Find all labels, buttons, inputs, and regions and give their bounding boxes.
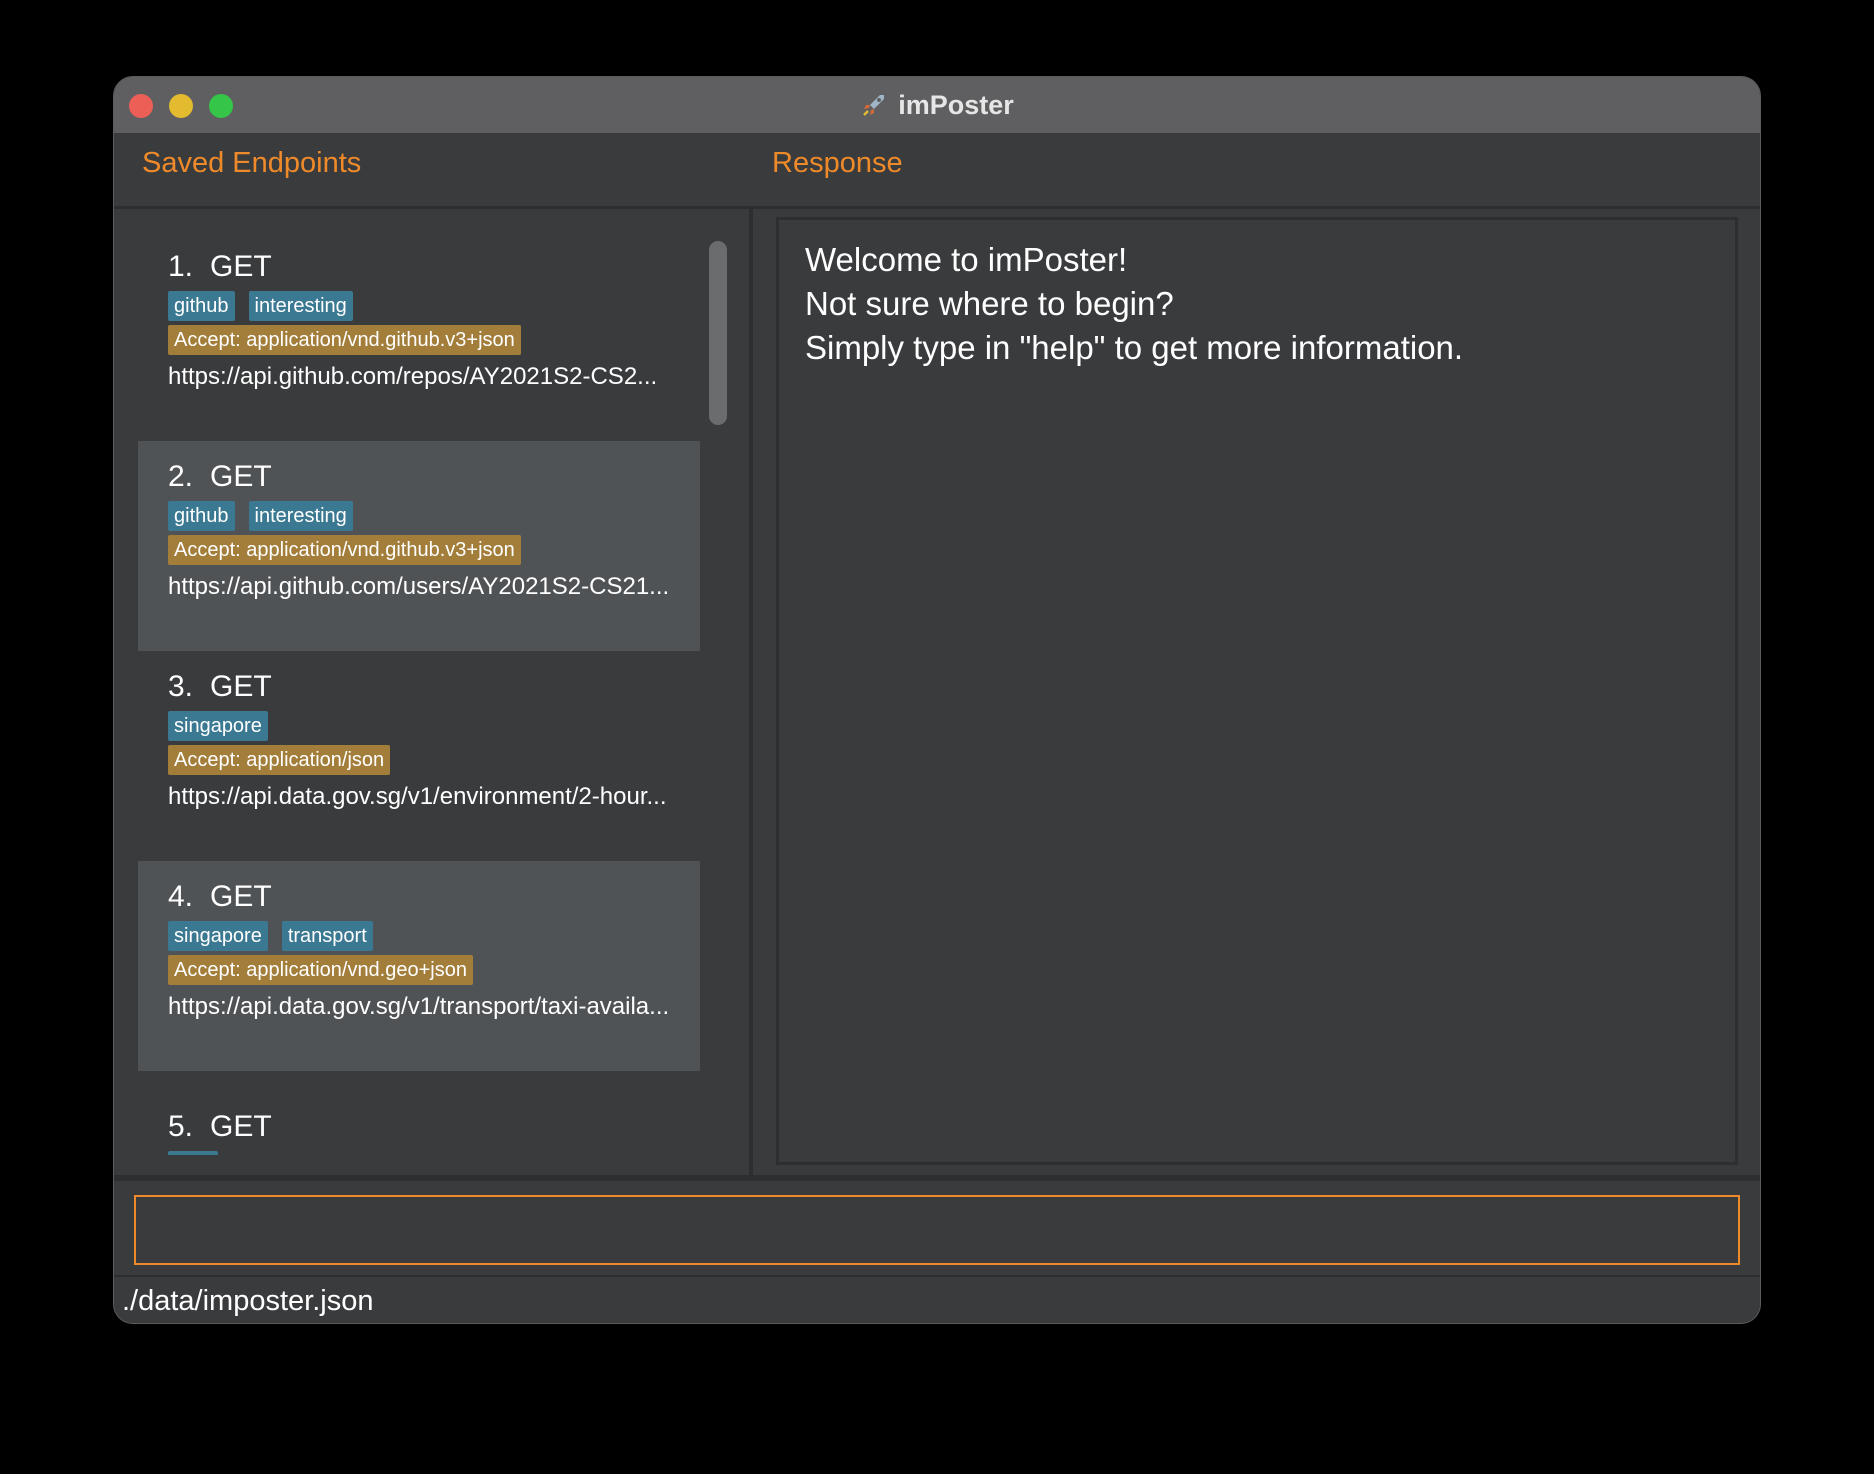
- tag: github: [168, 291, 235, 321]
- endpoint-url: https://api.data.gov.sg/v1/environment/2…: [168, 783, 667, 810]
- endpoint-url: https://api.github.com/users/AY2021S2-CS…: [168, 573, 670, 600]
- tag: singapore: [168, 711, 268, 741]
- app-window: imPoster Saved Endpoints Response 1. GET …: [113, 76, 1761, 1324]
- endpoint-url: https://api.github.com/repos/AY2021S2-CS…: [168, 363, 658, 390]
- tag-row: singapore: [168, 711, 700, 745]
- endpoint-method: GET: [210, 250, 272, 283]
- header-badge: Accept: application/vnd.github.v3+json: [168, 535, 521, 565]
- data-file-path: ./data/imposter.json: [122, 1285, 374, 1317]
- tag: interesting: [248, 291, 353, 321]
- tag: singapore: [168, 921, 268, 951]
- response-display[interactable]: Welcome to imPoster! Not sure where to b…: [776, 217, 1738, 1165]
- endpoint-list-item[interactable]: 1. GET github interesting Accept: applica…: [138, 231, 700, 441]
- window-title: imPoster: [898, 89, 1014, 120]
- tag-row: github interesting: [168, 291, 700, 325]
- endpoint-list-item[interactable]: 4. GET singapore transport Accept: applic…: [138, 861, 700, 1071]
- endpoint-index: 3.: [168, 670, 194, 703]
- endpoint-list-scrollbar[interactable]: [709, 241, 727, 425]
- saved-endpoints-heading: Saved Endpoints: [142, 147, 362, 179]
- header-row: Accept: application/vnd.github.v3+json: [168, 325, 700, 359]
- tag-row: github interesting: [168, 501, 700, 535]
- tag: github: [168, 501, 235, 531]
- endpoint-method: GET: [210, 670, 272, 703]
- endpoint-method: GET: [210, 1110, 272, 1143]
- header-row: Accept: application/json: [168, 745, 700, 779]
- endpoint-method: GET: [210, 880, 272, 913]
- tag: interesting: [248, 501, 353, 531]
- endpoint-list[interactable]: 1. GET github interesting Accept: applica…: [138, 231, 700, 1155]
- tag: transport: [281, 921, 373, 951]
- endpoint-list-item[interactable]: 3. GET singapore Accept: application/json…: [138, 651, 700, 861]
- status-bar: ./data/imposter.json: [114, 1275, 1760, 1323]
- saved-endpoints-panel: 1. GET github interesting Accept: applica…: [114, 209, 753, 1178]
- response-line: Not sure where to begin?: [805, 285, 1174, 322]
- endpoint-index: 2.: [168, 460, 194, 493]
- tag-row: singapore transport: [168, 921, 700, 955]
- title-bar: imPoster: [114, 77, 1760, 134]
- header-badge: Accept: application/json: [168, 745, 391, 775]
- response-line: Simply type in "help" to get more inform…: [805, 329, 1464, 366]
- endpoint-title: 3. GET: [168, 667, 700, 707]
- response-line: Welcome to imPoster!: [805, 241, 1128, 278]
- header-badge: Accept: application/vnd.github.v3+json: [168, 325, 521, 355]
- endpoint-index: 4.: [168, 880, 194, 913]
- rocket-launch-icon: [863, 95, 885, 116]
- response-heading: Response: [772, 147, 903, 179]
- endpoint-title: 2. GET: [168, 457, 700, 497]
- endpoint-title: 5. GET: [168, 1107, 700, 1147]
- command-input[interactable]: [134, 1195, 1740, 1265]
- tag-row: [168, 1151, 700, 1155]
- header-row: Accept: application/vnd.github.v3+json: [168, 535, 700, 569]
- header-row: Accept: application/vnd.geo+json: [168, 955, 700, 989]
- endpoint-index: 1.: [168, 250, 194, 283]
- header-badge: Accept: application/vnd.geo+json: [168, 955, 473, 985]
- endpoint-url: https://api.data.gov.sg/v1/transport/tax…: [168, 993, 670, 1020]
- endpoint-method: GET: [210, 460, 272, 493]
- endpoint-list-item[interactable]: 5. GET: [138, 1071, 700, 1155]
- command-area: [114, 1181, 1760, 1267]
- endpoint-title: 1. GET: [168, 247, 700, 287]
- tag: [168, 1151, 218, 1155]
- endpoint-index: 5.: [168, 1110, 194, 1143]
- endpoint-title: 4. GET: [168, 877, 700, 917]
- endpoint-list-item[interactable]: 2. GET github interesting Accept: applica…: [138, 441, 700, 651]
